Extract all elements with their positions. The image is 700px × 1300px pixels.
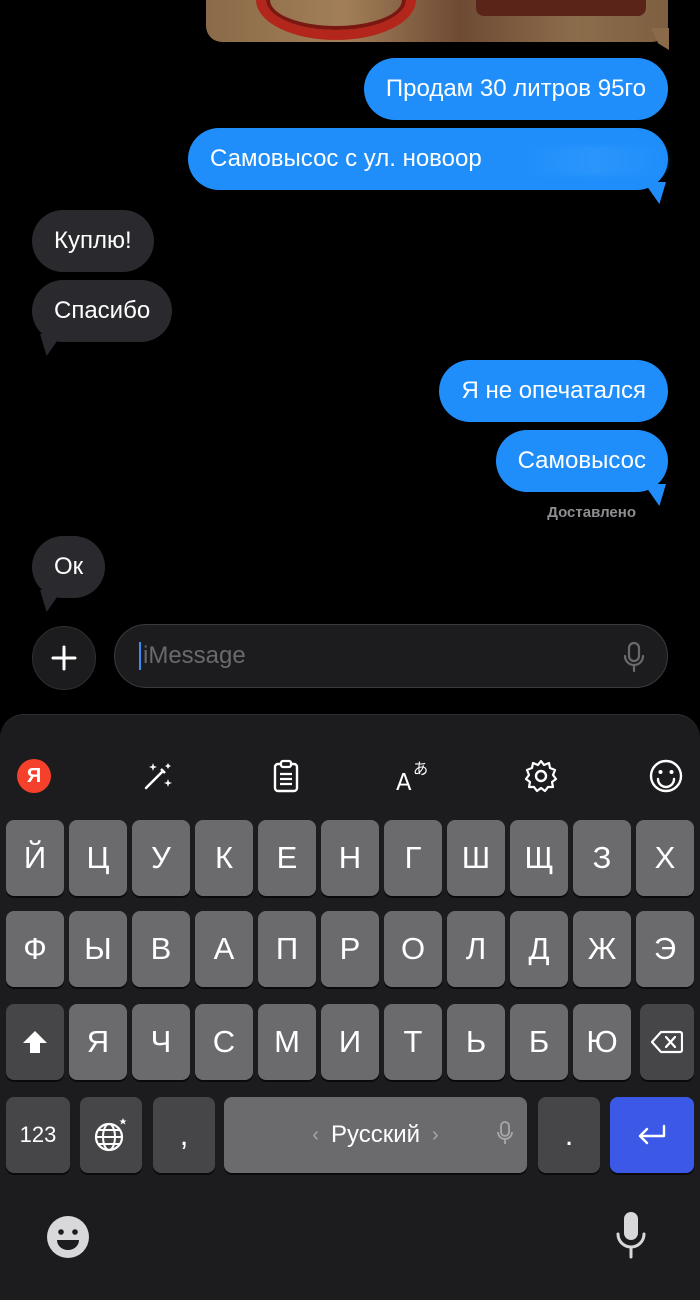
key[interactable]: Ц — [69, 820, 127, 896]
emoji-keyboard-button[interactable] — [45, 1214, 91, 1265]
key[interactable]: М — [258, 1004, 316, 1080]
return-icon — [638, 1124, 666, 1145]
backspace-key[interactable] — [640, 1004, 694, 1080]
message-bubble-outgoing[interactable]: Я не опечатался — [439, 360, 668, 422]
bubble-tail — [644, 484, 666, 506]
emoji-icon — [47, 1216, 89, 1258]
key[interactable]: С — [195, 1004, 253, 1080]
chevron-right-icon: › — [432, 1123, 439, 1146]
message-input-placeholder: iMessage — [143, 642, 246, 669]
key[interactable]: У — [132, 820, 190, 896]
yandex-logo-icon: Я — [17, 759, 51, 793]
key[interactable]: Г — [384, 820, 442, 896]
photo-caption-overlay — [476, 0, 646, 16]
key[interactable]: А — [195, 911, 253, 987]
redaction-blur — [522, 146, 666, 176]
clipboard-button[interactable] — [268, 758, 304, 794]
translate-button[interactable]: A あ — [396, 758, 432, 794]
magic-wand-button[interactable] — [140, 758, 176, 794]
shift-icon — [23, 1031, 47, 1053]
clipboard-icon — [273, 759, 299, 793]
message-bubble-outgoing[interactable]: Продам 30 литров 95го — [363, 58, 668, 120]
smiley-icon — [649, 759, 683, 793]
message-bubble-outgoing[interactable]: Самовысос — [495, 430, 668, 492]
bubble-tail — [644, 182, 666, 204]
key[interactable]: Б — [510, 1004, 568, 1080]
message-text: Спасибо — [54, 297, 151, 324]
message-input[interactable]: iMessage — [114, 624, 668, 688]
key[interactable]: Я — [69, 1004, 127, 1080]
key[interactable]: Д — [510, 911, 568, 987]
microphone-icon[interactable] — [623, 641, 645, 673]
space-key[interactable]: ‹ Русский › — [224, 1097, 527, 1173]
translate-icon: A あ — [396, 760, 428, 794]
bubble-tail — [40, 334, 62, 356]
photo-content — [256, 0, 416, 40]
gear-icon — [524, 759, 558, 793]
key[interactable]: И — [321, 1004, 379, 1080]
key[interactable]: Ч — [132, 1004, 190, 1080]
key[interactable]: Н — [321, 820, 379, 896]
settings-button[interactable] — [523, 758, 559, 794]
message-text: Ок — [54, 553, 84, 580]
emoji-toolbar-button[interactable] — [648, 758, 684, 794]
key[interactable]: Й — [6, 820, 64, 896]
message-bubble-incoming[interactable]: Ок — [32, 536, 106, 598]
key[interactable]: Э — [636, 911, 694, 987]
bubble-tail — [40, 590, 62, 612]
comma-key[interactable]: , — [153, 1097, 215, 1173]
period-key[interactable]: . — [538, 1097, 600, 1173]
photo-attachment[interactable] — [206, 0, 668, 42]
backspace-icon — [651, 1030, 683, 1054]
text-cursor — [139, 642, 141, 670]
globe-key[interactable] — [80, 1097, 142, 1173]
globe-icon — [94, 1118, 127, 1152]
message-bubble-incoming[interactable]: Куплю! — [32, 210, 154, 272]
magic-wand-icon — [144, 763, 172, 790]
dictation-button[interactable] — [614, 1210, 648, 1265]
plus-icon — [51, 645, 77, 671]
key[interactable]: Щ — [510, 820, 568, 896]
microphone-icon — [616, 1212, 646, 1259]
message-text: Куплю! — [54, 227, 132, 254]
key[interactable]: Х — [636, 820, 694, 896]
message-text: Продам 30 литров 95го — [385, 75, 646, 102]
message-text: Я не опечатался — [461, 377, 646, 404]
message-text: Самовысос — [517, 447, 646, 474]
space-key-label: Русский — [330, 1121, 421, 1148]
key[interactable]: Т — [384, 1004, 442, 1080]
shift-key[interactable] — [6, 1004, 64, 1080]
message-bubble-incoming[interactable]: Спасибо — [32, 280, 173, 342]
key[interactable]: Л — [447, 911, 505, 987]
svg-text:あ: あ — [413, 760, 428, 778]
key[interactable]: Ю — [573, 1004, 631, 1080]
key[interactable]: К — [195, 820, 253, 896]
plus-button[interactable] — [32, 626, 96, 690]
key[interactable]: Ь — [447, 1004, 505, 1080]
key[interactable]: Р — [321, 911, 379, 987]
message-text: Самовысос с ул. новоор — [210, 145, 482, 172]
microphone-icon — [497, 1121, 513, 1144]
key[interactable]: З — [573, 820, 631, 896]
chevron-left-icon: ‹ — [312, 1123, 319, 1146]
key[interactable]: Ш — [447, 820, 505, 896]
key[interactable]: Ж — [573, 911, 631, 987]
key[interactable]: В — [132, 911, 190, 987]
yandex-button[interactable]: Я — [16, 758, 52, 794]
key[interactable]: Ф — [6, 911, 64, 987]
numbers-key[interactable]: 123 — [6, 1097, 70, 1173]
key[interactable]: П — [258, 911, 316, 987]
key[interactable]: О — [384, 911, 442, 987]
svg-text:A: A — [396, 770, 412, 794]
key[interactable]: Е — [258, 820, 316, 896]
delivery-status: Доставлено — [547, 504, 636, 521]
return-key[interactable] — [610, 1097, 694, 1173]
key[interactable]: Ы — [69, 911, 127, 987]
